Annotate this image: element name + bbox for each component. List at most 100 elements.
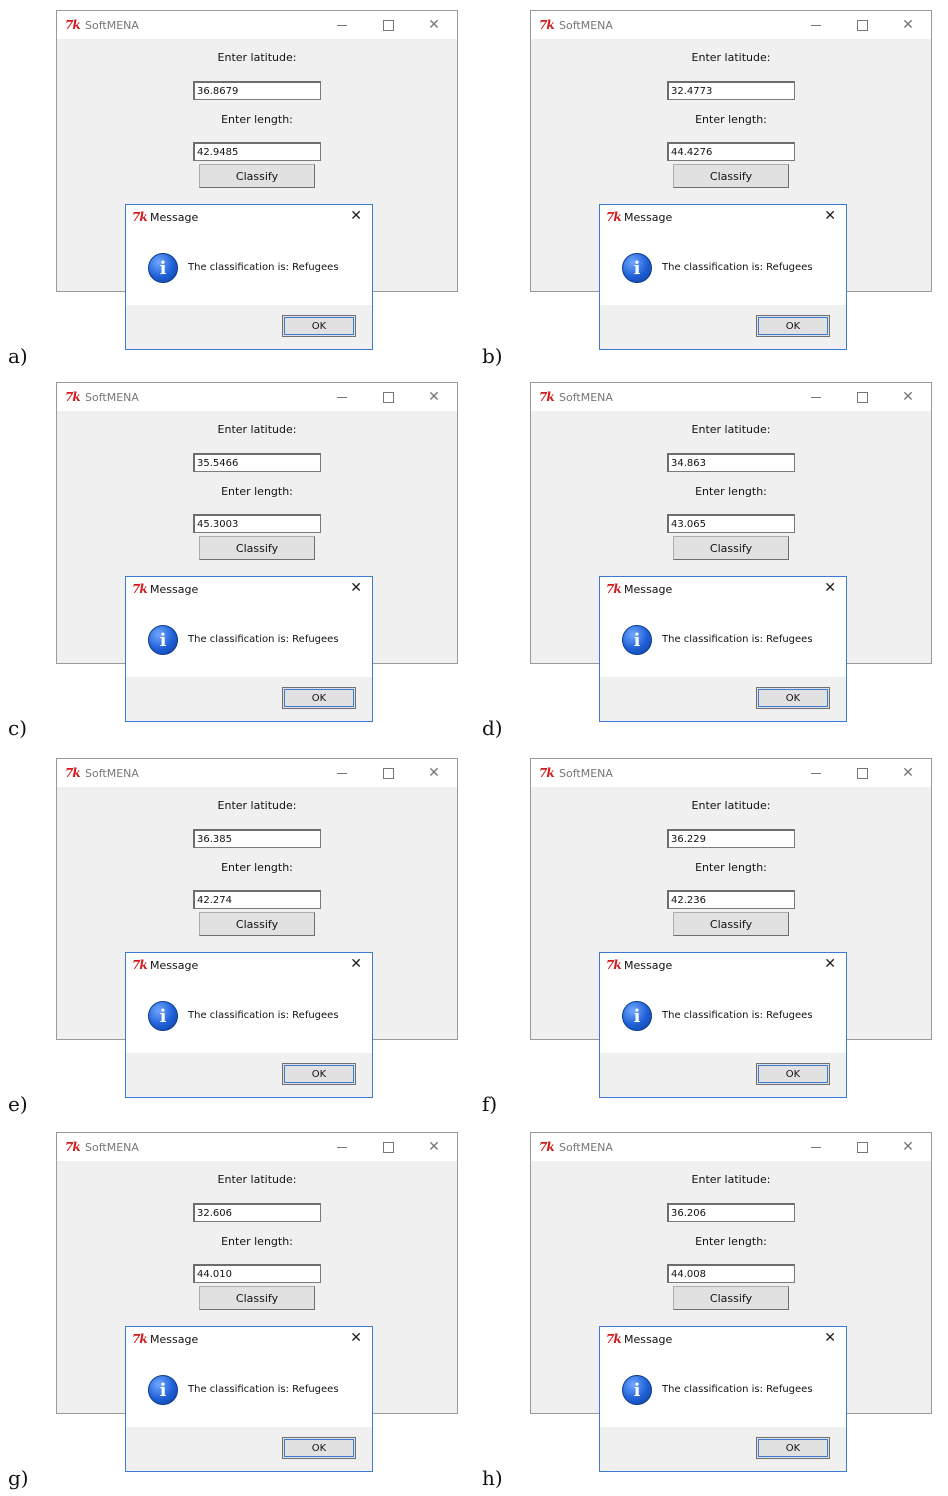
window-titlebar[interactable]: 7k SoftMENA ✕ — [531, 1133, 931, 1161]
dialog-footer: OK — [600, 1053, 846, 1097]
length-input[interactable] — [667, 1264, 795, 1283]
tk-logo-icon: 7k — [65, 18, 81, 32]
length-input[interactable] — [193, 890, 321, 909]
window-titlebar[interactable]: 7k SoftMENA ✕ — [531, 11, 931, 39]
maximize-button[interactable] — [365, 759, 411, 787]
minimize-button[interactable] — [793, 759, 839, 787]
latitude-input[interactable] — [193, 829, 321, 848]
minimize-button[interactable] — [793, 1133, 839, 1161]
latitude-input[interactable] — [193, 1203, 321, 1222]
minimize-button[interactable] — [793, 383, 839, 411]
latitude-input[interactable] — [667, 829, 795, 848]
window-titlebar[interactable]: 7k SoftMENA ✕ — [531, 383, 931, 411]
close-button[interactable]: ✕ — [411, 383, 457, 411]
classify-button[interactable]: Classify — [199, 164, 315, 188]
dialog-close-button[interactable]: ✕ — [350, 956, 362, 972]
dialog-footer: OK — [600, 1427, 846, 1471]
classify-button[interactable]: Classify — [199, 1286, 315, 1310]
close-button[interactable]: ✕ — [411, 11, 457, 39]
minimize-button[interactable] — [319, 759, 365, 787]
minimize-button[interactable] — [319, 11, 365, 39]
dialog-titlebar[interactable]: 7k Message ✕ — [126, 205, 372, 229]
dialog-close-button[interactable]: ✕ — [824, 208, 836, 224]
ok-button[interactable]: OK — [756, 1437, 830, 1459]
tk-logo-icon: 7k — [132, 582, 148, 596]
info-icon: i — [148, 625, 178, 655]
dialog-close-button[interactable]: ✕ — [350, 1330, 362, 1346]
maximize-icon — [856, 767, 868, 779]
length-input[interactable] — [193, 514, 321, 533]
dialog-close-button[interactable]: ✕ — [350, 208, 362, 224]
ok-button[interactable]: OK — [756, 1063, 830, 1085]
latitude-input[interactable] — [193, 453, 321, 472]
window-titlebar[interactable]: 7k SoftMENA ✕ — [57, 759, 457, 787]
maximize-icon — [382, 767, 394, 779]
classify-button[interactable]: Classify — [673, 912, 789, 936]
maximize-button[interactable] — [839, 759, 885, 787]
close-button[interactable]: ✕ — [885, 1133, 931, 1161]
dialog-titlebar[interactable]: 7k Message ✕ — [600, 1327, 846, 1351]
minimize-button[interactable] — [319, 1133, 365, 1161]
close-button[interactable]: ✕ — [411, 759, 457, 787]
panel-label: f) — [482, 1092, 498, 1116]
dialog-titlebar[interactable]: 7k Message ✕ — [600, 577, 846, 601]
message-dialog: 7k Message ✕ i The classification is: Re… — [125, 576, 373, 722]
ok-button[interactable]: OK — [756, 315, 830, 337]
close-button[interactable]: ✕ — [411, 1133, 457, 1161]
length-input[interactable] — [193, 142, 321, 161]
dialog-titlebar[interactable]: 7k Message ✕ — [600, 953, 846, 977]
dialog-close-button[interactable]: ✕ — [824, 956, 836, 972]
maximize-icon — [382, 1141, 394, 1153]
dialog-titlebar[interactable]: 7k Message ✕ — [126, 1327, 372, 1351]
ok-button[interactable]: OK — [282, 1063, 356, 1085]
window-titlebar[interactable]: 7k SoftMENA ✕ — [531, 759, 931, 787]
maximize-button[interactable] — [365, 383, 411, 411]
classify-button[interactable]: Classify — [199, 536, 315, 560]
panel-label: g) — [8, 1466, 29, 1490]
window-titlebar[interactable]: 7k SoftMENA ✕ — [57, 383, 457, 411]
dialog-titlebar[interactable]: 7k Message ✕ — [126, 577, 372, 601]
close-button[interactable]: ✕ — [885, 11, 931, 39]
length-input[interactable] — [667, 514, 795, 533]
window-titlebar[interactable]: 7k SoftMENA ✕ — [57, 11, 457, 39]
maximize-button[interactable] — [839, 1133, 885, 1161]
dialog-close-button[interactable]: ✕ — [824, 580, 836, 596]
classify-button[interactable]: Classify — [673, 1286, 789, 1310]
info-icon: i — [622, 1001, 652, 1031]
tk-logo-icon: 7k — [65, 390, 81, 404]
minimize-icon — [337, 1146, 347, 1148]
close-button[interactable]: ✕ — [885, 383, 931, 411]
panel-label: b) — [482, 344, 503, 368]
ok-button[interactable]: OK — [282, 315, 356, 337]
dialog-titlebar[interactable]: 7k Message ✕ — [126, 953, 372, 977]
dialog-titlebar[interactable]: 7k Message ✕ — [600, 205, 846, 229]
ok-button[interactable]: OK — [756, 687, 830, 709]
maximize-button[interactable] — [365, 1133, 411, 1161]
latitude-input[interactable] — [193, 81, 321, 100]
close-button[interactable]: ✕ — [885, 759, 931, 787]
length-input[interactable] — [667, 142, 795, 161]
minimize-button[interactable] — [319, 383, 365, 411]
latitude-input[interactable] — [667, 1203, 795, 1222]
window-title: SoftMENA — [559, 1140, 613, 1154]
classify-button[interactable]: Classify — [673, 536, 789, 560]
dialog-close-button[interactable]: ✕ — [350, 580, 362, 596]
ok-button[interactable]: OK — [282, 1437, 356, 1459]
length-label: Enter length: — [695, 861, 767, 874]
ok-button[interactable]: OK — [282, 687, 356, 709]
maximize-button[interactable] — [365, 11, 411, 39]
tk-logo-icon: 7k — [539, 390, 555, 404]
latitude-input[interactable] — [667, 81, 795, 100]
classify-button[interactable]: Classify — [673, 164, 789, 188]
length-input[interactable] — [193, 1264, 321, 1283]
minimize-button[interactable] — [793, 11, 839, 39]
maximize-button[interactable] — [839, 383, 885, 411]
window-titlebar[interactable]: 7k SoftMENA ✕ — [57, 1133, 457, 1161]
length-input[interactable] — [667, 890, 795, 909]
latitude-input[interactable] — [667, 453, 795, 472]
screenshot-panel: 7k SoftMENA ✕ Enter latitude: Enter leng… — [0, 372, 474, 746]
dialog-close-button[interactable]: ✕ — [824, 1330, 836, 1346]
classify-button[interactable]: Classify — [199, 912, 315, 936]
dialog-title: Message — [624, 958, 673, 972]
maximize-button[interactable] — [839, 11, 885, 39]
